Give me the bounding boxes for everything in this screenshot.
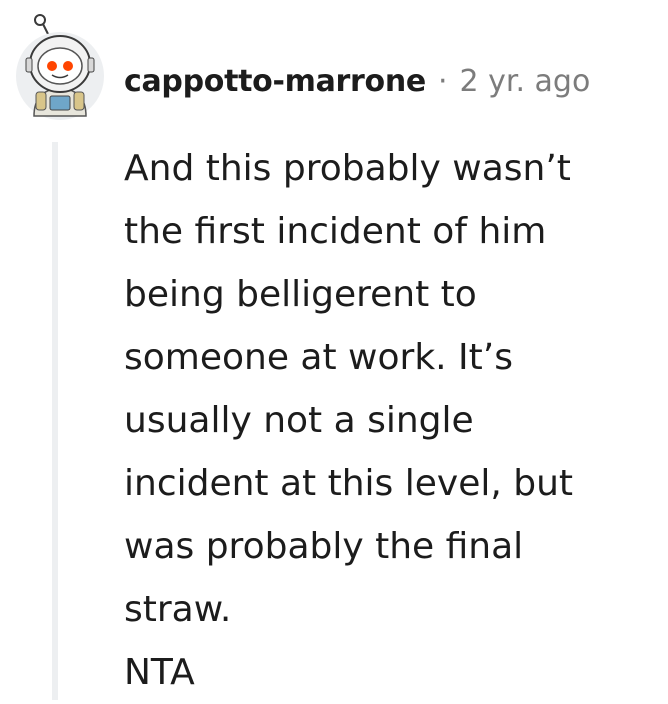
comment: cappotto-marrone · 2 yr. ago And this pr… [0,0,668,700]
snoo-astronaut-avatar-icon [16,14,104,120]
comment-body-line: And this probably wasn’t [124,148,571,189]
comment-body-line: was probably the final [124,526,524,567]
user-avatar[interactable] [14,12,106,124]
comment-body-line: straw. [124,589,232,630]
comment-body-line: usually not a single [124,400,474,441]
comment-body-line: the first incident of him [124,211,547,252]
thread-collapse-line[interactable] [52,142,58,700]
comment-header: cappotto-marrone · 2 yr. ago [124,58,590,104]
comment-body-line: NTA [124,652,195,693]
username-link[interactable]: cappotto-marrone [124,64,426,99]
comment-body: And this probably wasn’t the first incid… [124,137,664,704]
comment-timestamp[interactable]: 2 yr. ago [460,64,591,99]
comment-body-line: incident at this level, but [124,463,574,504]
meta-separator: · [437,63,448,99]
comment-body-line: being belligerent to [124,274,477,315]
comment-body-line: someone at work. It’s [124,337,513,378]
